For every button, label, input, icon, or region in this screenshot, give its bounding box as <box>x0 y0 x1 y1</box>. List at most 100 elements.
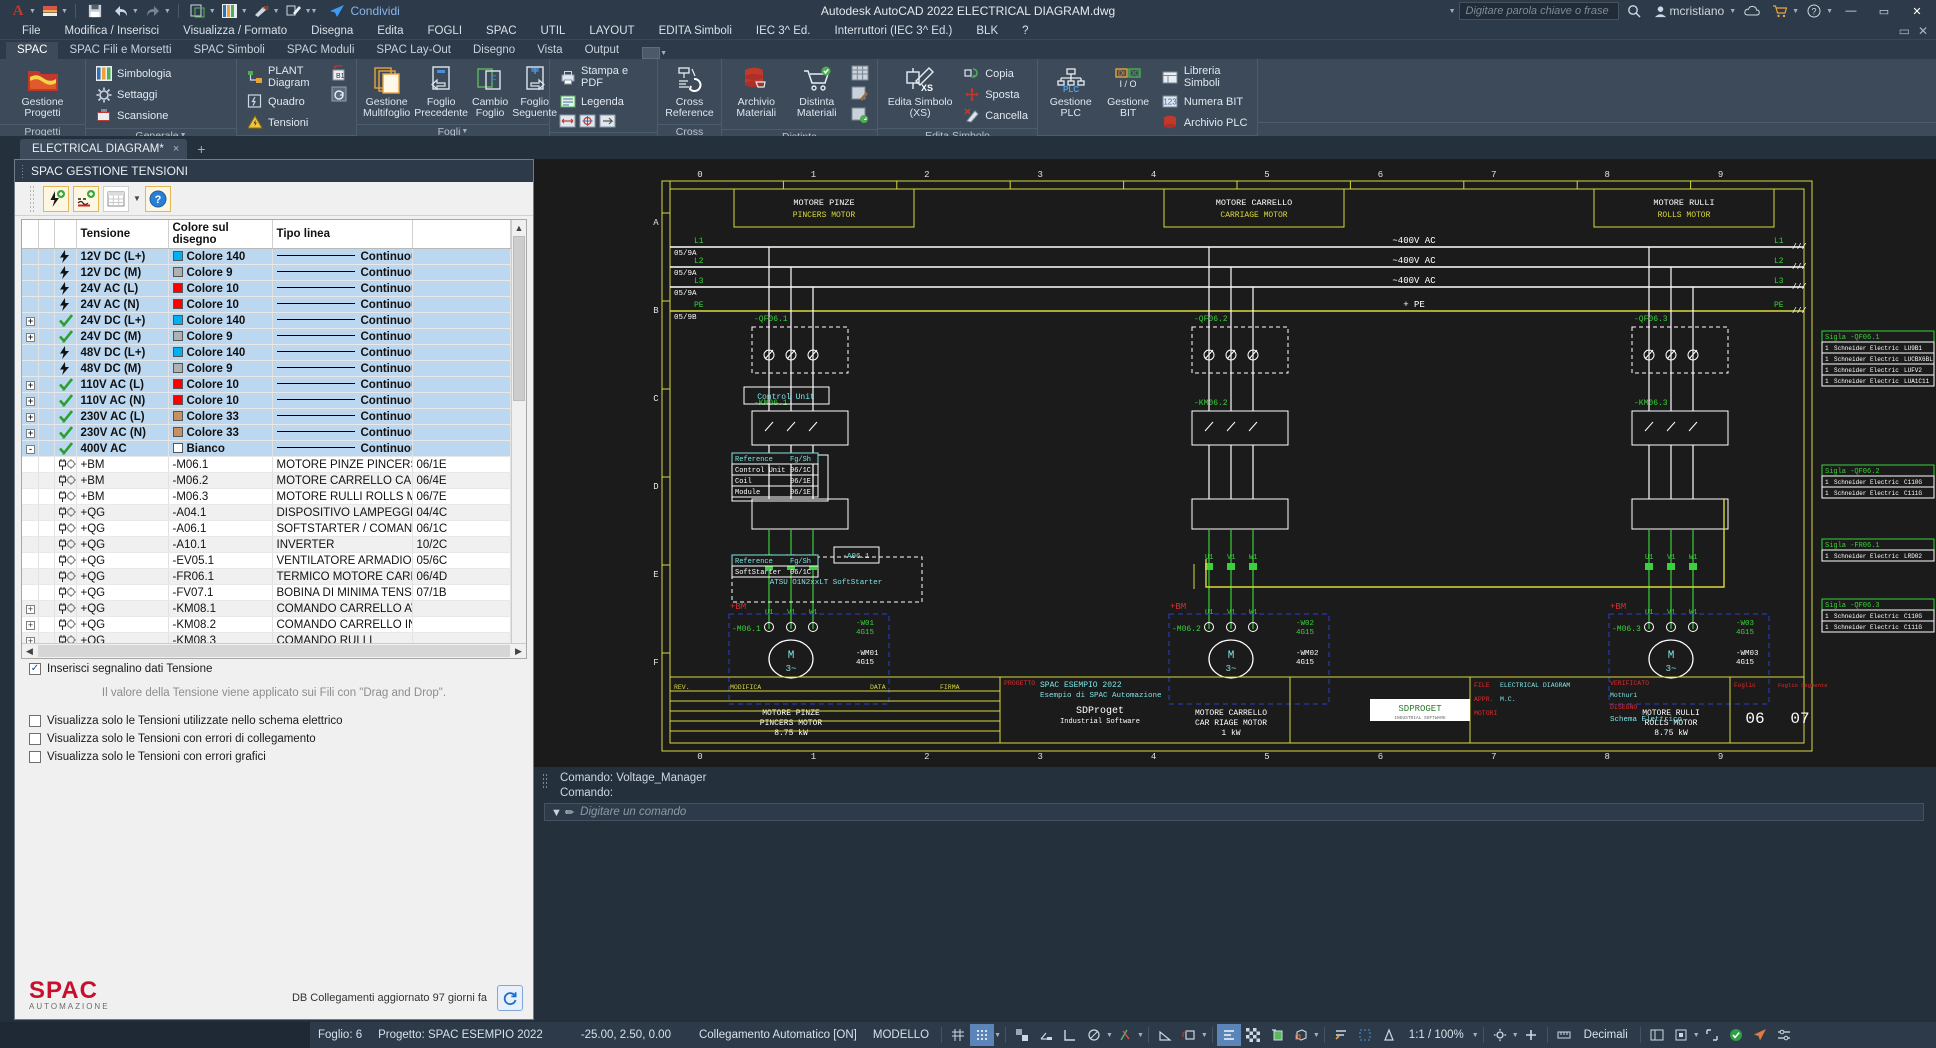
scansione-button[interactable]: Scansione <box>91 106 175 125</box>
redo-icon[interactable] <box>141 1 165 21</box>
table-row[interactable]: 24V AC (L)Colore 10Continuous <box>22 281 511 297</box>
libreria-simboli-button[interactable]: Libreria Simboli <box>1158 64 1252 90</box>
distinta-materiali-button[interactable]: DistintaMateriali <box>788 62 847 121</box>
row-expander[interactable] <box>22 297 38 313</box>
tensioni-button[interactable]: Tensioni <box>242 113 325 132</box>
add-voltage-icon[interactable] <box>43 186 69 212</box>
table-row[interactable]: +QG-A10.1INVERTER10/2C <box>22 537 511 553</box>
gestione-bit-button[interactable]: DIDOI / O GestioneBIT <box>1100 62 1155 121</box>
table-row[interactable]: ++QG-KM08.2COMANDO CARRELLO INDIETRO <box>22 617 511 633</box>
status-coordinates[interactable]: -25.00, 2.50, 0.00 <box>551 1029 679 1041</box>
autodesk-cloud-icon[interactable] <box>1724 1024 1748 1046</box>
table-row[interactable]: +24V DC (L+)Colore 140Continuous <box>22 313 511 329</box>
transparency-icon[interactable] <box>1241 1024 1265 1046</box>
isolate-icon[interactable] <box>1265 1024 1289 1046</box>
autocad-a-icon[interactable]: A <box>6 1 30 21</box>
lineweight-icon[interactable] <box>1329 1024 1353 1046</box>
document-tab-electrical-diagram[interactable]: ELECTRICAL DIAGRAM* × <box>20 139 187 159</box>
chevron-down-icon[interactable]: ▼ <box>164 8 171 15</box>
cross-reference-button[interactable]: CrossReference <box>663 62 716 121</box>
table-row[interactable]: ++QG-KM08.1COMANDO CARRELLO AVANTI <box>22 601 511 617</box>
tab-spac-fili-morsetti[interactable]: SPAC Fili e Morsetti <box>58 42 182 59</box>
chevron-down-icon[interactable]: ▼ <box>1313 1032 1320 1039</box>
3d-icon[interactable] <box>1289 1024 1313 1046</box>
table-row[interactable]: +QG-FV07.1BOBINA DI MINIMA TENSIONE07/1B <box>22 585 511 601</box>
annotation-scale-label[interactable]: 1:1 / 100% <box>1401 1029 1472 1041</box>
osnap-icon[interactable] <box>1058 1024 1082 1046</box>
gestione-progetti-button[interactable]: GestioneProgetti <box>5 62 80 121</box>
edita-simbolo-xs-button[interactable]: XS Edita Simbolo(XS) <box>883 62 957 121</box>
row-expander[interactable] <box>22 505 38 521</box>
row-expander[interactable] <box>22 457 38 473</box>
row-expander[interactable] <box>22 265 38 281</box>
chevron-down-icon[interactable]: ▼ <box>1729 8 1736 15</box>
clean-screen-icon[interactable] <box>1700 1024 1724 1046</box>
chevron-down-icon[interactable]: ▼ <box>133 194 141 203</box>
table-row[interactable]: 48V DC (M)Colore 9Continuous <box>22 361 511 377</box>
table-icon[interactable] <box>851 64 869 82</box>
menu-item-iec[interactable]: IEC 3^ Ed. <box>744 25 823 37</box>
chevron-down-icon[interactable]: ▼ <box>1106 1032 1113 1039</box>
menu-item-blk[interactable]: BLK <box>964 25 1010 37</box>
table-row[interactable]: +QG-EV05.1VENTILATORE ARMADIO PANEL ...0… <box>22 553 511 569</box>
search-icon[interactable] <box>1622 4 1646 18</box>
refresh-db-button[interactable] <box>497 985 523 1011</box>
tab-disegno[interactable]: Disegno <box>462 42 526 59</box>
menu-item-modifica[interactable]: Modifica / Inserisci <box>53 25 172 37</box>
table-row[interactable]: 12V DC (M)Colore 9Continuous <box>22 265 511 281</box>
panel-toggle-icon[interactable] <box>642 47 660 59</box>
row-expander[interactable]: + <box>22 409 38 425</box>
copia-button[interactable]: Copia <box>959 64 1032 83</box>
table-row[interactable]: 24V AC (N)Colore 10Continuous <box>22 297 511 313</box>
chevron-down-icon[interactable]: ▼ <box>1512 1032 1519 1039</box>
menu-item-fogli[interactable]: FOGLI <box>416 25 475 37</box>
edit-symbol-icon[interactable] <box>282 1 306 21</box>
status-space[interactable]: MODELLO <box>865 1029 937 1041</box>
menu-item-disegna[interactable]: Disegna <box>299 25 365 37</box>
tab-vista[interactable]: Vista <box>526 42 573 59</box>
row-expander[interactable]: + <box>22 425 38 441</box>
table-vertical-scrollbar[interactable]: ▲ ▼ <box>511 220 526 658</box>
menu-item-edita-simboli[interactable]: EDITA Simboli <box>647 25 744 37</box>
chevron-down-icon[interactable]: ▼ <box>1826 8 1833 15</box>
layout-icon[interactable] <box>1645 1024 1669 1046</box>
col-tensione[interactable]: Tensione <box>76 220 168 249</box>
row-expander[interactable] <box>22 249 38 265</box>
table-row[interactable]: +QG-A04.1DISPOSITIVO LAMPEGGIANTE / B...… <box>22 505 511 521</box>
sheet-shift-icon[interactable] <box>599 113 616 129</box>
foglio-precedente-button[interactable]: FoglioPrecedente <box>413 62 469 121</box>
filter-used-voltages-checkbox[interactable]: Visualizza solo le Tensioni utilizzate n… <box>29 715 533 727</box>
3dosnap-icon[interactable] <box>1113 1024 1137 1046</box>
annotation-scale-icon[interactable] <box>1377 1024 1401 1046</box>
share-button[interactable]: Condividi <box>329 4 399 18</box>
new-tab-button[interactable]: + <box>187 139 215 159</box>
add-icon[interactable] <box>1519 1024 1543 1046</box>
tab-spac[interactable]: SPAC <box>6 42 58 59</box>
chevron-down-icon[interactable]: ▼ <box>1792 8 1799 15</box>
chevron-down-icon[interactable]: ▼ <box>29 8 36 15</box>
row-expander[interactable]: + <box>22 633 38 644</box>
account-icon[interactable]: mcristiano <box>1649 4 1730 18</box>
chevron-down-icon[interactable]: ▼ <box>132 8 139 15</box>
table-row[interactable]: +BM-M06.2MOTORE CARRELLO CARRIAGE ...06/… <box>22 473 511 489</box>
row-expander[interactable]: + <box>22 617 38 633</box>
col-tipo-linea[interactable]: Tipo linea <box>272 220 412 249</box>
search-input[interactable]: Digitare parola chiave o frase <box>1459 2 1619 20</box>
sheet-center-icon[interactable] <box>579 113 596 129</box>
scan-icon[interactable]: 40 <box>250 1 274 21</box>
tab-spac-simboli[interactable]: SPAC Simboli <box>183 42 276 59</box>
table-view-icon[interactable] <box>103 186 129 212</box>
chevron-down-icon[interactable]: ▼ <box>660 50 667 57</box>
close-doc-icon[interactable]: ✕ <box>1918 24 1928 38</box>
close-button[interactable]: ✕ <box>1902 0 1932 22</box>
menu-item-help[interactable]: ? <box>1010 25 1040 37</box>
search-caret-icon[interactable]: ▼ <box>1449 8 1456 15</box>
table-row[interactable]: +230V AC (N)Colore 33Continuous <box>22 425 511 441</box>
ortho-icon[interactable] <box>1010 1024 1034 1046</box>
tab-spac-layout[interactable]: SPAC Lay-Out <box>365 42 462 59</box>
row-expander[interactable] <box>22 361 38 377</box>
scroll-up-icon[interactable]: ▲ <box>512 220 526 235</box>
table-row[interactable]: +110V AC (L)Colore 10Continuous <box>22 377 511 393</box>
table-row[interactable]: +BM-M06.3MOTORE RULLI ROLLS MOTOR06/7E <box>22 489 511 505</box>
help-icon[interactable]: ? <box>1802 4 1826 18</box>
